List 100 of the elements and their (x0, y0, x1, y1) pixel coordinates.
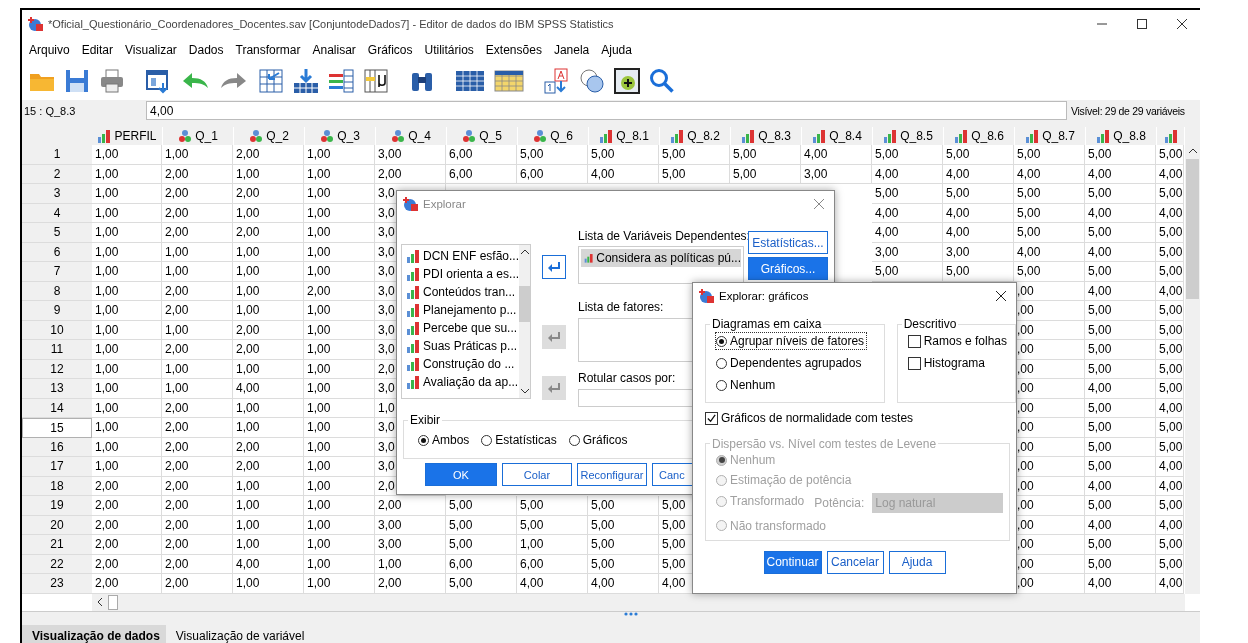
label-cases-field[interactable] (578, 389, 695, 407)
table-cell: 5,00 (1156, 496, 1184, 516)
row-header[interactable]: 13 (22, 379, 92, 399)
radio-option[interactable]: Dependentes agrupados (716, 355, 864, 371)
dependent-list-item[interactable]: Considera as políticas pú... (581, 249, 741, 267)
circles-icon[interactable] (578, 66, 606, 95)
row-header[interactable]: 3 (22, 184, 92, 204)
table-cell: 4,00 (801, 145, 872, 165)
dialog-button[interactable]: Colar (502, 463, 572, 486)
close-icon[interactable] (995, 290, 1007, 302)
row-header[interactable]: 14 (22, 398, 92, 418)
radio-option[interactable]: Estatísticas (481, 433, 557, 447)
group-label: Descritivo (902, 317, 958, 331)
table-cell: 4,00 (1156, 164, 1184, 184)
menu-item[interactable]: Visualizar (120, 42, 184, 57)
vertical-scrollbar[interactable] (1185, 145, 1200, 594)
menu-item[interactable]: Arquivo (24, 42, 77, 57)
table-cell: 5,00 (1085, 496, 1156, 516)
checkbox-option[interactable]: Ramos e folhas (907, 333, 1009, 349)
scroll-down-icon[interactable] (519, 387, 530, 395)
radio-option[interactable]: Nenhum (716, 377, 778, 393)
radio-option[interactable]: Agrupar níveis de fatores (716, 333, 867, 349)
table-cell: 1,00 (92, 359, 162, 379)
table-cell: 1,00 (233, 418, 304, 438)
table-cell: 6,00 (517, 164, 588, 184)
dialog-button[interactable]: OK (425, 463, 497, 486)
splitter-handle-icon[interactable] (624, 611, 638, 616)
value-labels-icon[interactable] (543, 66, 571, 95)
dialog-button[interactable]: Gráficos... (748, 257, 828, 280)
dialog-button[interactable]: Canc (652, 463, 692, 486)
row-header[interactable]: 12 (22, 359, 92, 379)
scrollbar-thumb[interactable] (519, 286, 530, 322)
dialog-button[interactable]: Ajuda (888, 550, 946, 574)
table-cell: 5,00 (1085, 320, 1156, 340)
search-icon[interactable] (648, 66, 676, 95)
close-icon[interactable] (1176, 18, 1188, 30)
bar-chart-icon (406, 249, 420, 263)
dialog-button[interactable]: Continuar (763, 550, 822, 574)
cell-value-field[interactable]: 4,00 (146, 101, 1067, 120)
table-cell: 1,00 (92, 379, 162, 399)
table-mu-icon[interactable] (362, 66, 390, 95)
row-header[interactable]: 8 (22, 281, 92, 301)
row-header[interactable]: 6 (22, 242, 92, 262)
row-header[interactable]: 23 (22, 574, 92, 594)
row-header[interactable]: 7 (22, 262, 92, 282)
row-header[interactable]: 19 (22, 496, 92, 516)
row-header[interactable]: 5 (22, 223, 92, 243)
table-cell: 4,00 (943, 203, 1014, 223)
menu-item[interactable]: Extensões (480, 42, 549, 57)
row-header[interactable]: 17 (22, 457, 92, 477)
dialog-button[interactable]: Cancelar (826, 550, 884, 574)
row-header[interactable]: 20 (22, 515, 92, 535)
row-header[interactable]: 9 (22, 301, 92, 321)
table-cell: 2,00 (162, 184, 233, 204)
menu-item[interactable]: Transformar (230, 42, 308, 57)
row-header[interactable]: 4 (22, 203, 92, 223)
menu-item[interactable]: Analisar (307, 42, 363, 57)
row-header[interactable]: 1 (22, 145, 92, 165)
menu-item[interactable]: Janela (548, 42, 597, 57)
menu-item[interactable]: Dados (183, 42, 231, 57)
dialog-button[interactable]: Reconfigurar (577, 463, 647, 486)
row-header[interactable]: 16 (22, 437, 92, 457)
dialog-button[interactable]: Estatísticas... (748, 231, 828, 254)
add-icon[interactable] (613, 66, 641, 95)
row-header[interactable]: 11 (22, 340, 92, 360)
scroll-up-icon[interactable] (1187, 147, 1198, 155)
dependent-list[interactable]: Considera as políticas pú... (578, 246, 744, 284)
row-header[interactable]: 15 (22, 418, 92, 438)
download-grid-icon[interactable] (292, 66, 320, 95)
row-header[interactable]: 22 (22, 554, 92, 574)
table-cell: 4,00 (1085, 203, 1156, 223)
nominal-icon (391, 129, 406, 143)
bar-chart-icon (954, 129, 969, 143)
view-tab[interactable]: Visualização de dados (22, 624, 166, 643)
variable-list[interactable]: DCN ENF esfão... PDI orienta a es... Conteúdos tran... Planejamento p... Percebe que su... Suas Práticas p... Construção do ... Avaliação da ap... (401, 244, 531, 399)
menu-item[interactable]: Gráficos (362, 42, 420, 57)
group-label: Diagramas em caixa (711, 317, 823, 331)
menu-item[interactable]: Ajuda (596, 42, 639, 57)
checkbox-option[interactable]: Histograma (907, 355, 987, 371)
radio-option[interactable]: Gráficos (568, 433, 628, 447)
move-button[interactable] (542, 255, 566, 279)
row-header[interactable]: 10 (22, 320, 92, 340)
table-cell: 2,00 (92, 535, 162, 555)
table-cell: 5,00 (1156, 145, 1184, 165)
list-scrollbar[interactable] (519, 245, 530, 398)
checkbox-option[interactable]: Gráficos de normalidade com testes (705, 411, 914, 425)
row-header[interactable]: 2 (22, 164, 92, 184)
scrollbar-thumb[interactable] (108, 594, 118, 610)
scroll-up-icon[interactable] (519, 248, 530, 256)
row-header[interactable]: 18 (22, 476, 92, 496)
grid-arrow-icon[interactable] (257, 66, 285, 95)
table-cell: 1,00 (92, 418, 162, 438)
maximize-icon[interactable] (1136, 18, 1148, 30)
menu-item[interactable]: Utilitários (419, 42, 481, 57)
table-cell: 5,00 (446, 535, 517, 555)
colored-bars-icon[interactable] (327, 66, 355, 95)
row-header[interactable]: 21 (22, 535, 92, 555)
printer-icon[interactable] (98, 66, 126, 95)
scroll-left-icon[interactable] (96, 597, 104, 607)
menu-item[interactable]: Editar (76, 42, 121, 57)
